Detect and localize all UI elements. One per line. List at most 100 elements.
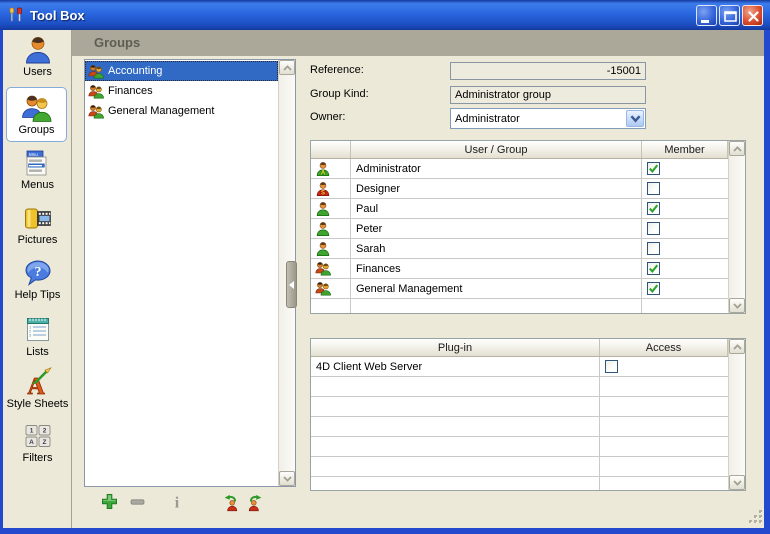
group-list-item[interactable]: General Management: [85, 101, 278, 121]
group-small-icon: [311, 259, 351, 278]
user-admin-icon: A: [311, 159, 351, 178]
reference-field[interactable]: -15001: [450, 62, 646, 80]
member-checkbox[interactable]: [647, 282, 660, 295]
member-cell: [642, 159, 728, 178]
plugins-table: Plug-in Access 4D Client Web Server: [310, 338, 746, 491]
group-kind-field[interactable]: Administrator group: [450, 86, 646, 104]
minimize-button[interactable]: [696, 5, 717, 26]
plugins-table-scrollbar[interactable]: [728, 339, 745, 490]
sidebar-item-label: Help Tips: [3, 289, 72, 301]
member-checkbox[interactable]: [647, 162, 660, 175]
members-table-body: AAdministratorSDesignerPaulPeterSarahFin…: [311, 159, 728, 313]
svg-text:?: ?: [34, 265, 41, 280]
help-tips-icon: ?: [3, 257, 72, 289]
member-checkbox[interactable]: [647, 182, 660, 195]
chevron-up-icon: [733, 143, 742, 155]
table-row: General Management: [311, 279, 728, 299]
group-list-items: AccountingFinances General Management: [85, 60, 278, 486]
group-info-button[interactable]: i: [166, 493, 188, 513]
sidebar-item-lists[interactable]: 123Lists: [3, 314, 72, 358]
access-cell: [600, 457, 728, 476]
members-table-header: User / Group Member: [311, 141, 728, 159]
member-column-header[interactable]: Member: [642, 141, 728, 158]
access-column-header[interactable]: Access: [600, 339, 728, 356]
add-group-button[interactable]: [98, 493, 120, 513]
sidebar-item-help-tips[interactable]: ? Help Tips: [3, 257, 72, 301]
name-cell: [351, 299, 642, 313]
icon-cell: [311, 299, 351, 313]
sidebar-item-users[interactable]: Users: [3, 34, 72, 78]
scroll-down-button[interactable]: [729, 298, 745, 313]
sidebar-item-pictures[interactable]: Pictures: [3, 202, 72, 246]
user-group-name: Peter: [351, 219, 642, 238]
member-checkbox[interactable]: [647, 202, 660, 215]
empty-row: [311, 417, 728, 437]
chevron-down-icon: [733, 300, 742, 312]
user-icon: [311, 219, 351, 238]
sidebar-item-label: Lists: [3, 346, 72, 358]
sidebar-item-label: Filters: [3, 452, 72, 464]
maximize-button[interactable]: [719, 5, 740, 26]
user-group-name: Finances: [351, 259, 642, 278]
move-user-in-button[interactable]: [246, 493, 268, 513]
user-icon: [311, 239, 351, 258]
group-list[interactable]: AccountingFinances General Management: [84, 59, 296, 487]
titlebar[interactable]: Tool Box: [0, 0, 770, 30]
members-table: User / Group Member AAdministratorSDesig…: [310, 140, 746, 314]
close-button[interactable]: [742, 5, 763, 26]
member-checkbox[interactable]: [647, 242, 660, 255]
scroll-down-button[interactable]: [279, 471, 295, 486]
table-row: Peter: [311, 219, 728, 239]
user-group-name: General Management: [351, 279, 642, 298]
sidebar-item-groups[interactable]: Groups: [6, 87, 67, 142]
empty-row: [311, 477, 728, 490]
group-list-item[interactable]: Finances: [85, 81, 278, 101]
group-icon: [88, 103, 104, 119]
chevron-down-icon: [283, 473, 292, 485]
table-row: Sarah: [311, 239, 728, 259]
sidebar-item-label: Menus: [3, 179, 72, 191]
member-checkbox[interactable]: [647, 222, 660, 235]
pane-splitter[interactable]: [286, 261, 297, 308]
access-cell: [600, 397, 728, 416]
delete-group-button[interactable]: [126, 493, 148, 513]
user-arrow-left-icon: [219, 493, 239, 515]
user-group-column-header[interactable]: User / Group: [351, 141, 642, 158]
user-arrow-right-icon: [247, 493, 267, 515]
user-designer-icon: S: [311, 179, 351, 198]
member-checkbox[interactable]: [647, 262, 660, 275]
owner-combobox[interactable]: Administrator: [450, 108, 646, 129]
sidebar-item-style-sheets[interactable]: AStyle Sheets: [3, 366, 72, 410]
move-user-out-button[interactable]: [218, 493, 240, 513]
member-cell: [642, 199, 728, 218]
scroll-track[interactable]: [729, 156, 745, 298]
sidebar-item-filters[interactable]: 12AZFilters: [3, 420, 72, 464]
name-cell: [311, 477, 600, 490]
svg-text:2: 2: [42, 428, 46, 435]
chevron-down-icon: [733, 477, 742, 489]
empty-row: [311, 437, 728, 457]
access-cell: [600, 417, 728, 436]
lists-icon: 123: [3, 314, 72, 346]
member-cell: [642, 239, 728, 258]
scroll-down-button[interactable]: [729, 475, 745, 490]
scroll-up-button[interactable]: [279, 60, 295, 75]
chevron-down-icon[interactable]: [626, 110, 644, 127]
group-list-item[interactable]: Accounting: [85, 61, 278, 81]
scroll-up-button[interactable]: [729, 141, 745, 156]
sidebar-item-label: Groups: [7, 124, 66, 136]
access-checkbox[interactable]: [605, 360, 618, 373]
scroll-track[interactable]: [729, 354, 745, 475]
table-row: SDesigner: [311, 179, 728, 199]
members-table-scrollbar[interactable]: [728, 141, 745, 313]
scroll-up-button[interactable]: [729, 339, 745, 354]
resize-grip[interactable]: [749, 510, 763, 527]
plugin-column-header[interactable]: Plug-in: [311, 339, 600, 356]
member-cell: [642, 179, 728, 198]
sidebar-item-menus[interactable]: MnuMenus: [3, 147, 72, 191]
svg-text:S: S: [321, 190, 325, 196]
empty-row: [311, 377, 728, 397]
member-cell: [642, 219, 728, 238]
group-name: General Management: [108, 105, 214, 117]
page-title: Groups: [72, 30, 764, 56]
